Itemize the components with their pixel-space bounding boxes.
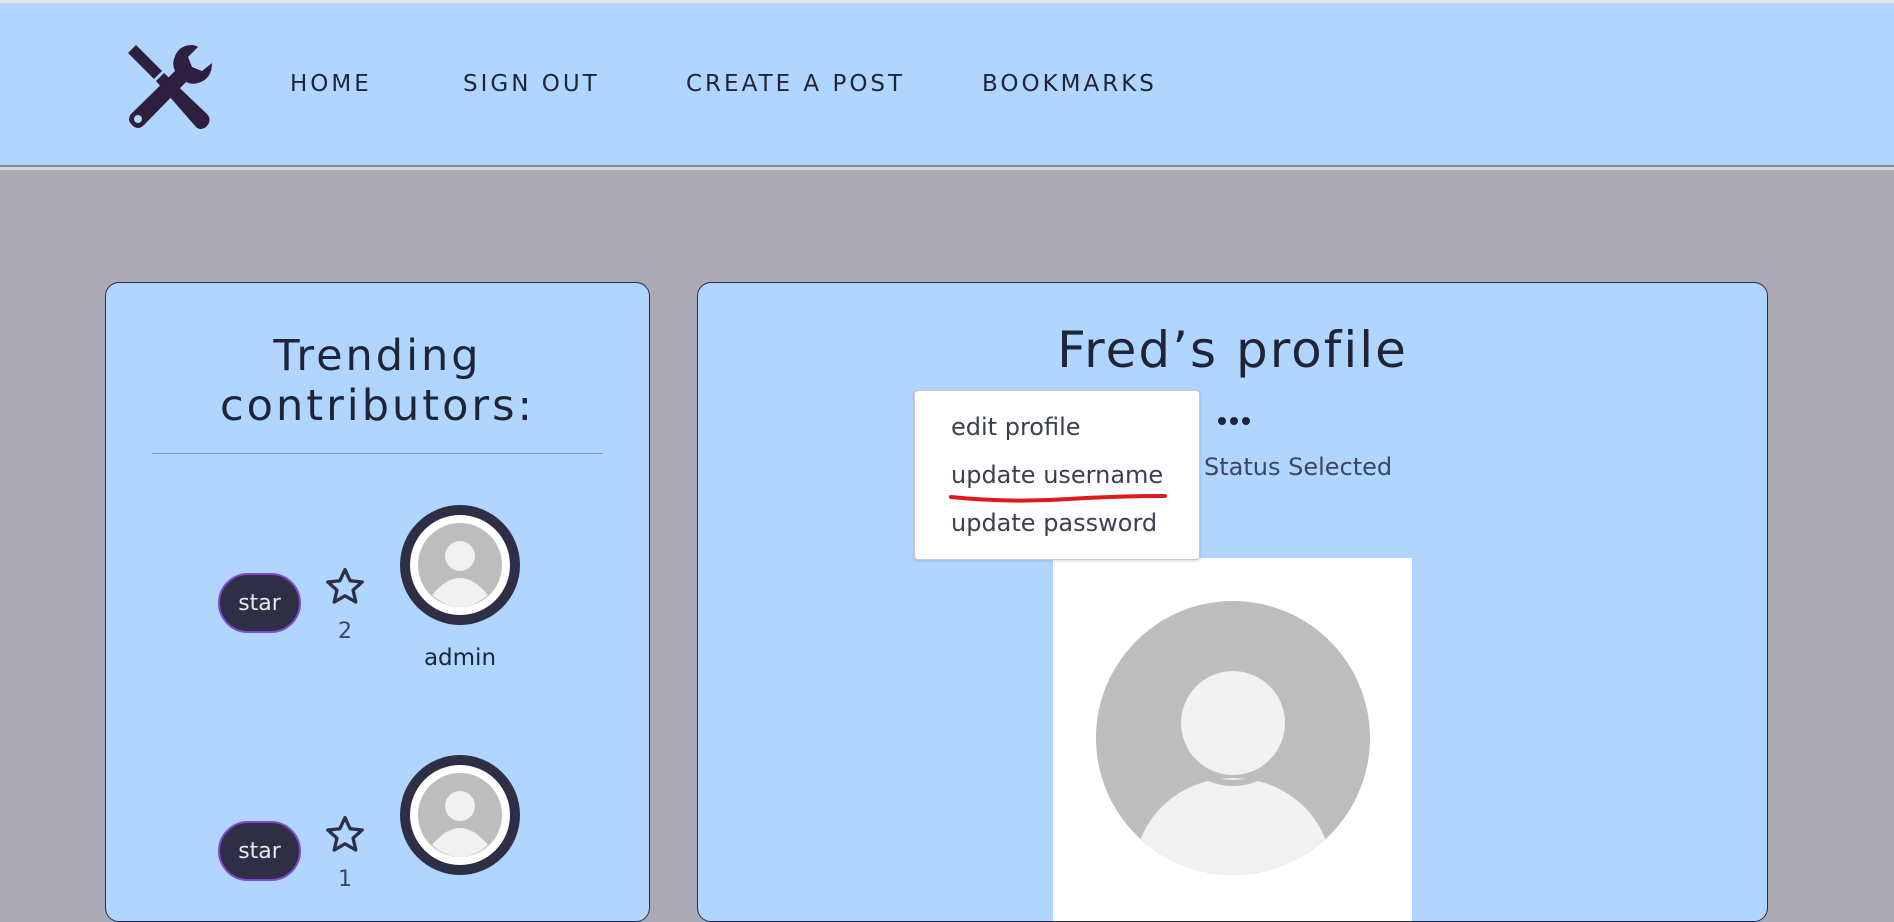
contributor-name[interactable]: admin — [400, 645, 520, 671]
star-outline-icon[interactable] — [323, 565, 367, 609]
avatar[interactable] — [400, 505, 520, 625]
divider — [152, 453, 603, 454]
top-navbar: HOME SIGN OUT CREATE A POST BOOKMARKS — [0, 0, 1894, 170]
menu-item-update-username[interactable]: update username — [951, 461, 1163, 489]
profile-options-menu: edit profile update username update pass… — [914, 390, 1200, 560]
nav-bookmarks-link[interactable]: BOOKMARKS — [982, 71, 1157, 97]
trending-title-line1: Trending — [273, 331, 482, 381]
nav-create-post-link[interactable]: CREATE A POST — [686, 71, 905, 97]
nav-home-link[interactable]: HOME — [290, 71, 372, 97]
profile-card: Fred’s profile Status Selected — [697, 282, 1768, 922]
star-button[interactable]: star — [218, 573, 301, 633]
profile-title: Fred’s profile — [1057, 321, 1408, 379]
star-count: 2 — [338, 619, 352, 644]
menu-item-edit-profile[interactable]: edit profile — [951, 413, 1081, 441]
trending-contributors-card: Trending contributors: star 2 admin star… — [105, 282, 650, 922]
profile-photo — [1053, 558, 1412, 921]
star-button[interactable]: star — [218, 821, 301, 881]
star-outline-icon[interactable] — [323, 813, 367, 857]
trending-title-line2: contributors: — [220, 381, 535, 431]
nav-sign-out-link[interactable]: SIGN OUT — [463, 71, 600, 97]
avatar[interactable] — [400, 755, 520, 875]
default-avatar-icon — [418, 773, 502, 857]
red-underline-annotation — [949, 494, 1167, 503]
trending-title: Trending contributors: — [106, 331, 649, 431]
star-count: 1 — [338, 867, 352, 892]
status-text: Status Selected — [1204, 453, 1393, 481]
default-avatar-icon — [418, 523, 502, 607]
menu-item-update-password[interactable]: update password — [951, 509, 1157, 537]
more-options-icon[interactable] — [1214, 411, 1254, 431]
tools-icon[interactable] — [122, 41, 214, 133]
default-avatar-icon — [1096, 601, 1370, 875]
